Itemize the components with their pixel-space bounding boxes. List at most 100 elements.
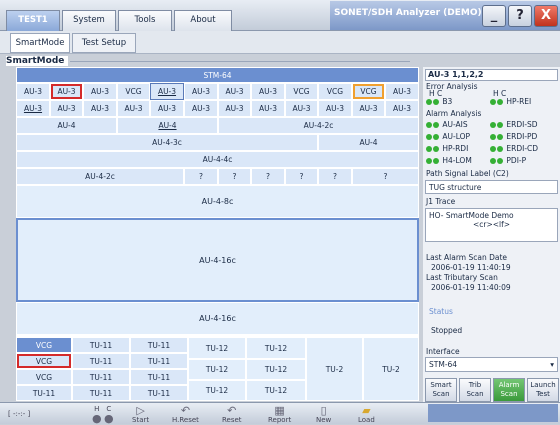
tu11-cell[interactable]: TU-11 — [72, 369, 130, 385]
alarm-analysis-label: Alarm Analysis — [426, 109, 482, 118]
play-icon: ▷ — [136, 404, 145, 417]
au4-2c-cell[interactable]: AU-4-2c — [218, 117, 419, 134]
status-strip — [428, 404, 558, 422]
stm-header[interactable]: STM-64 — [16, 67, 419, 83]
tu11-cell[interactable]: TU-11 — [72, 385, 130, 401]
au3-cell[interactable]: AU-3 — [83, 100, 117, 117]
au3-cell[interactable]: AU-3 — [184, 83, 218, 100]
au3-cell-linked[interactable]: AU-3 — [16, 100, 50, 117]
tu11-cell[interactable]: TU-11 — [130, 337, 188, 353]
tu12-cell[interactable]: TU-12 — [188, 380, 246, 401]
subtab-smartmode[interactable]: SmartMode — [10, 33, 70, 53]
tu12-cell[interactable]: TU-12 — [188, 359, 246, 380]
vcg-cell[interactable]: VCG — [117, 83, 150, 100]
tu12-cell[interactable]: TU-12 — [188, 337, 246, 359]
au4-4c-cell[interactable]: AU-4-4c — [16, 151, 419, 168]
tu12-cell[interactable]: TU-12 — [246, 380, 306, 401]
tab-system[interactable]: System — [62, 10, 116, 31]
led-icon — [433, 134, 439, 140]
tu11-cell[interactable]: TU-11 — [16, 385, 72, 401]
au3-cell[interactable]: AU-3 — [352, 100, 385, 117]
tab-tools[interactable]: Tools — [118, 10, 172, 31]
trib-scan-button[interactable]: Trib Scan — [459, 378, 491, 402]
led-icon — [497, 146, 503, 152]
new-button[interactable]: ▯ New — [316, 405, 331, 424]
launch-test-button[interactable]: Launch Test — [527, 378, 559, 402]
report-button[interactable]: ▦ Report — [268, 405, 291, 424]
unknown-cell[interactable]: ? — [251, 168, 285, 185]
vcg-cell-selected[interactable]: VCG — [16, 353, 72, 369]
alarm-scan-button[interactable]: Alarm Scan — [493, 378, 525, 402]
au3-cell[interactable]: AU-3 — [385, 100, 419, 117]
au4-cell[interactable]: AU-4 — [318, 134, 419, 151]
time-indicator: [ -:-:- ] — [8, 410, 31, 418]
tu12-cell[interactable]: TU-12 — [246, 359, 306, 380]
au4-8c-cell[interactable]: AU-4-8c — [16, 185, 419, 218]
last-trib-label: Last Tributary Scan — [426, 273, 498, 282]
led-icon — [490, 122, 496, 128]
led-icon — [433, 99, 439, 105]
vcg-cell[interactable]: VCG — [16, 369, 72, 385]
last-trib-value: 2006-01-19 11:40:09 — [431, 283, 511, 292]
unknown-cell[interactable]: ? — [352, 168, 419, 185]
au3-cell[interactable]: AU-3 — [150, 100, 184, 117]
led-icon — [426, 146, 432, 152]
vcg-cell-highlighted[interactable]: VCG — [352, 83, 385, 100]
au3-cell[interactable]: AU-3 — [218, 83, 251, 100]
last-alarm-label: Last Alarm Scan Date — [426, 253, 508, 262]
tu11-cell[interactable]: TU-11 — [72, 337, 130, 353]
au3-cell[interactable]: AU-3 — [251, 100, 285, 117]
au4-16c-cell-selected[interactable]: AU-4-16c — [16, 218, 419, 302]
led-icon — [497, 99, 503, 105]
au4-cell[interactable]: AU-4 — [16, 117, 117, 134]
au4-3c-cell[interactable]: AU-4-3c — [16, 134, 318, 151]
au4-2c-cell[interactable]: AU-4-2c — [16, 168, 184, 185]
vcg-cell[interactable]: VCG — [285, 83, 318, 100]
au3-cell[interactable]: AU-3 — [16, 83, 50, 100]
unknown-cell[interactable]: ? — [285, 168, 318, 185]
au3-cell[interactable]: AU-3 — [184, 100, 218, 117]
close-button[interactable]: X — [534, 5, 558, 27]
au3-cell[interactable]: AU-3 — [251, 83, 285, 100]
tu2-cell[interactable]: TU-2 — [363, 337, 419, 401]
h-reset-button[interactable]: ↶ H.Reset — [172, 405, 199, 424]
au4-16c-cell[interactable]: AU-4-16c — [16, 302, 419, 335]
interface-select[interactable]: STM-64 ▾ — [425, 357, 558, 372]
au3-cell[interactable]: AU-3 — [83, 83, 117, 100]
folder-icon: ▰ — [362, 404, 371, 417]
load-button[interactable]: ▰ Load — [358, 405, 375, 424]
undo-icon: ↶ — [180, 404, 191, 417]
c-led: C ● — [104, 405, 114, 425]
tu12-cell[interactable]: TU-12 — [246, 337, 306, 359]
tu11-cell[interactable]: TU-11 — [130, 385, 188, 401]
unknown-cell[interactable]: ? — [318, 168, 352, 185]
tab-about[interactable]: About — [174, 10, 232, 31]
alarm-indicator: AU-LOP — [426, 132, 470, 141]
start-button[interactable]: ▷ Start — [132, 405, 149, 424]
tu11-cell[interactable]: TU-11 — [130, 353, 188, 369]
au3-cell[interactable]: AU-3 — [117, 100, 150, 117]
vcg-header[interactable]: VCG — [16, 337, 72, 353]
tu2-cell[interactable]: TU-2 — [306, 337, 363, 401]
sdh-map: STM-64 AU-3 AU-3 AU-3 VCG AU-3 AU-3 AU-3… — [16, 67, 419, 401]
tu11-cell[interactable]: TU-11 — [72, 353, 130, 369]
smart-scan-button[interactable]: Smart Scan — [425, 378, 457, 402]
vcg-cell[interactable]: VCG — [318, 83, 352, 100]
au3-cell[interactable]: AU-3 — [50, 100, 83, 117]
au4-cell-linked[interactable]: AU-4 — [117, 117, 218, 134]
au3-cell-selected[interactable]: AU-3 — [50, 83, 83, 100]
reset-button[interactable]: ↶ Reset — [222, 405, 242, 424]
tab-test1[interactable]: TEST1 — [6, 10, 60, 31]
subtab-test-setup[interactable]: Test Setup — [72, 33, 136, 53]
tu11-cell[interactable]: TU-11 — [130, 369, 188, 385]
au3-cell[interactable]: AU-3 — [318, 100, 352, 117]
au3-cell-linked[interactable]: AU-3 — [150, 83, 184, 100]
title-bar: SONET/SDH Analyzer (DEMO) _ ? X — [330, 1, 560, 30]
unknown-cell[interactable]: ? — [184, 168, 218, 185]
minimize-button[interactable]: _ — [482, 5, 506, 27]
help-button[interactable]: ? — [508, 5, 532, 27]
au3-cell[interactable]: AU-3 — [285, 100, 318, 117]
au3-cell[interactable]: AU-3 — [385, 83, 419, 100]
unknown-cell[interactable]: ? — [218, 168, 251, 185]
au3-cell[interactable]: AU-3 — [218, 100, 251, 117]
